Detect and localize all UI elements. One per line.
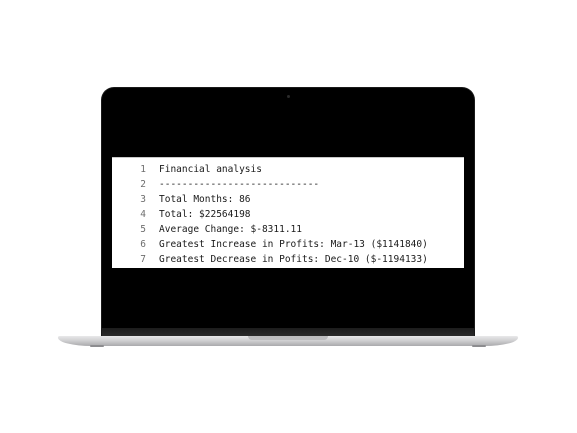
line-number: 6 [140, 239, 146, 250]
editor-line-1: 1 Financial analysis [112, 162, 464, 177]
line-text: ---------------------------- [159, 179, 320, 190]
editor-line-5: 5 Average Change: $-8311.11 [112, 222, 464, 237]
editor-line-3: 3 Total Months: 86 [112, 192, 464, 207]
line-text: Average Change: $-8311.11 [159, 224, 302, 235]
webcam-icon [287, 95, 290, 98]
line-number: 5 [140, 224, 146, 235]
editor-line-7: 7 Greatest Decrease in Pofits: Dec-10 ($… [112, 252, 464, 267]
line-text: Total Months: 86 [159, 194, 251, 205]
line-number: 7 [140, 254, 146, 265]
laptop-opening-notch [248, 336, 328, 340]
line-text: Total: $22564198 [159, 209, 251, 220]
line-text: Greatest Increase in Profits: Mar-13 ($1… [159, 239, 428, 250]
line-text: Greatest Decrease in Pofits: Dec-10 ($-1… [159, 254, 428, 265]
laptop-foot-left [90, 345, 104, 347]
line-number: 4 [140, 209, 146, 220]
line-text: Financial analysis [159, 164, 262, 175]
bezel-bottom [102, 328, 474, 336]
line-number: 1 [140, 164, 146, 175]
editor-line-2: 2 ---------------------------- [112, 177, 464, 192]
laptop-foot-right [472, 345, 486, 347]
laptop-mockup: 1 Financial analysis 2 -----------------… [0, 0, 577, 433]
line-number: 3 [140, 194, 146, 205]
line-number: 2 [140, 179, 146, 190]
editor-line-4: 4 Total: $22564198 [112, 207, 464, 222]
code-editor[interactable]: 1 Financial analysis 2 -----------------… [112, 157, 464, 268]
editor-line-6: 6 Greatest Increase in Profits: Mar-13 (… [112, 237, 464, 252]
